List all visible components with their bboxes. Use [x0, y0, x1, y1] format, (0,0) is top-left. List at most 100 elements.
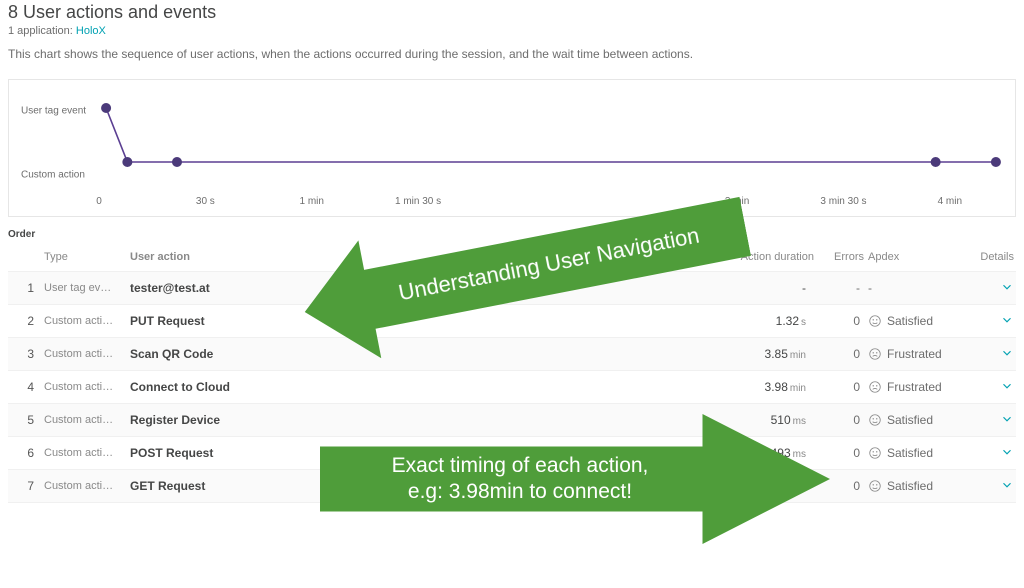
cell-details — [956, 438, 1016, 469]
cell-action-duration: 493ms — [716, 439, 816, 467]
cell-errors: 0 — [816, 406, 866, 434]
cell-action-duration: 319ms — [716, 472, 816, 500]
x-tick: 1 min — [299, 196, 323, 207]
y-axis-label-user-tag: User tag event — [21, 106, 86, 117]
y-axis-label-custom-action: Custom action — [21, 169, 85, 180]
th-type[interactable]: Type — [42, 245, 128, 269]
table-row: 2Custom acti…PUT Request 1.32s0Satisfied — [8, 305, 1016, 338]
th-action-duration[interactable]: Action duration — [716, 245, 816, 269]
cell-errors: 0 — [816, 373, 866, 401]
x-axis: 0 30 s 1 min 1 min 30 s 3 min 3 min 30 s 4 min — [99, 194, 1003, 208]
cell-action-duration: 1.32s — [716, 307, 816, 335]
x-tick: 3 min 30 s — [820, 196, 866, 207]
cell-details — [956, 471, 1016, 502]
cell-action-duration: 3.85min — [716, 340, 816, 368]
th-order — [8, 251, 42, 263]
cell-type: Custom acti… — [42, 374, 128, 400]
cell-apdex: - — [866, 274, 956, 302]
chart-description: This chart shows the sequence of user ac… — [8, 47, 1016, 61]
chevron-down-icon[interactable] — [1000, 478, 1014, 492]
cell-order: 7 — [8, 472, 42, 500]
x-tick: 1 min 30 s — [395, 196, 441, 207]
cell-order: 4 — [8, 373, 42, 401]
cell-order: 1 — [8, 274, 42, 302]
app-count-label: 1 application: — [8, 25, 76, 37]
cell-conversion — [636, 380, 716, 394]
cell-type: Custom acti… — [42, 473, 128, 499]
chevron-down-icon[interactable] — [1000, 346, 1014, 360]
cell-type: Custom acti… — [42, 308, 128, 334]
cell-action-duration: 510ms — [716, 406, 816, 434]
cell-type: Custom acti… — [42, 440, 128, 466]
cell-conversion — [636, 479, 716, 493]
cell-user-action: POST Request — [128, 439, 636, 467]
cell-details — [956, 306, 1016, 337]
face-frustrated-icon — [868, 347, 882, 361]
table-header-row: Type User action Conversion Action durat… — [8, 242, 1016, 272]
cell-details — [956, 405, 1016, 436]
actions-table: Order Type User action Conversion Action… — [8, 229, 1016, 503]
cell-conversion — [636, 446, 716, 460]
cell-user-action: GET Request — [128, 472, 636, 500]
cell-action-duration: - — [716, 274, 816, 302]
cell-order: 2 — [8, 307, 42, 335]
table-row: 7Custom acti…GET Request 319ms0Satisfied — [8, 470, 1016, 503]
timeline-chart: User tag event Custom action 0 30 s 1 min 1… — [8, 79, 1016, 217]
cell-details — [956, 273, 1016, 304]
cell-user-action: PUT Request — [128, 307, 636, 335]
cell-user-action: Scan QR Code — [128, 340, 636, 368]
cell-details — [956, 339, 1016, 370]
cell-errors: 0 — [816, 340, 866, 368]
face-frustrated-icon — [868, 380, 882, 394]
cell-apdex: Satisfied — [866, 439, 956, 467]
cell-apdex: Satisfied — [866, 307, 956, 335]
cell-apdex: Satisfied — [866, 472, 956, 500]
cell-order: 5 — [8, 406, 42, 434]
cell-order: 3 — [8, 340, 42, 368]
th-details[interactable]: Details — [956, 245, 1016, 269]
cell-apdex: Frustrated — [866, 340, 956, 368]
chevron-down-icon[interactable] — [1000, 445, 1014, 459]
chevron-down-icon[interactable] — [1000, 379, 1014, 393]
table-row: 5Custom acti…Register Device 510ms0Satisf… — [8, 404, 1016, 437]
table-row: 6Custom acti…POST Request493ms0Satisfied — [8, 437, 1016, 470]
cell-user-action: Register Device — [128, 406, 636, 434]
cell-conversion — [636, 314, 716, 328]
th-user-action[interactable]: User action — [128, 245, 636, 269]
face-satisfied-icon — [868, 446, 882, 460]
cell-order: 6 — [8, 439, 42, 467]
cell-action-duration: 3.98min — [716, 373, 816, 401]
table-row: 3Custom acti…Scan QR Code 3.85min0Frustra… — [8, 338, 1016, 371]
face-satisfied-icon — [868, 479, 882, 493]
chevron-down-icon[interactable] — [1000, 280, 1014, 294]
chevron-down-icon[interactable] — [1000, 412, 1014, 426]
x-tick: 0 — [96, 196, 102, 207]
cell-errors: - — [816, 274, 866, 302]
cell-apdex: Frustrated — [866, 373, 956, 401]
app-link[interactable]: HoloX — [76, 25, 106, 37]
cell-conversion — [636, 281, 716, 295]
table-row: 1User tag ev…tester@test.at--- — [8, 272, 1016, 305]
th-errors[interactable]: Errors — [816, 245, 866, 269]
cell-apdex: Satisfied — [866, 406, 956, 434]
face-satisfied-icon — [868, 314, 882, 328]
x-tick: 30 s — [196, 196, 215, 207]
cell-conversion — [636, 413, 716, 427]
th-apdex[interactable]: Apdex — [866, 245, 956, 269]
table-order-label: Order — [8, 229, 1016, 240]
cell-user-action: Connect to Cloud — [128, 373, 636, 401]
cell-type: User tag ev… — [42, 275, 128, 301]
table-row: 4Custom acti…Connect to Cloud 3.98min0Fru… — [8, 371, 1016, 404]
cell-type: Custom acti… — [42, 341, 128, 367]
app-subtitle: 1 application: HoloX — [8, 25, 1016, 37]
cell-conversion — [636, 347, 716, 361]
cell-errors: 0 — [816, 472, 866, 500]
chart-plot-area — [99, 90, 1003, 190]
x-tick: 4 min — [938, 196, 962, 207]
x-tick: 3 min — [725, 196, 749, 207]
cell-user-action: tester@test.at — [128, 274, 636, 302]
th-conversion[interactable]: Conversion — [636, 245, 716, 269]
cell-type: Custom acti… — [42, 407, 128, 433]
cell-errors: 0 — [816, 307, 866, 335]
chevron-down-icon[interactable] — [1000, 313, 1014, 327]
